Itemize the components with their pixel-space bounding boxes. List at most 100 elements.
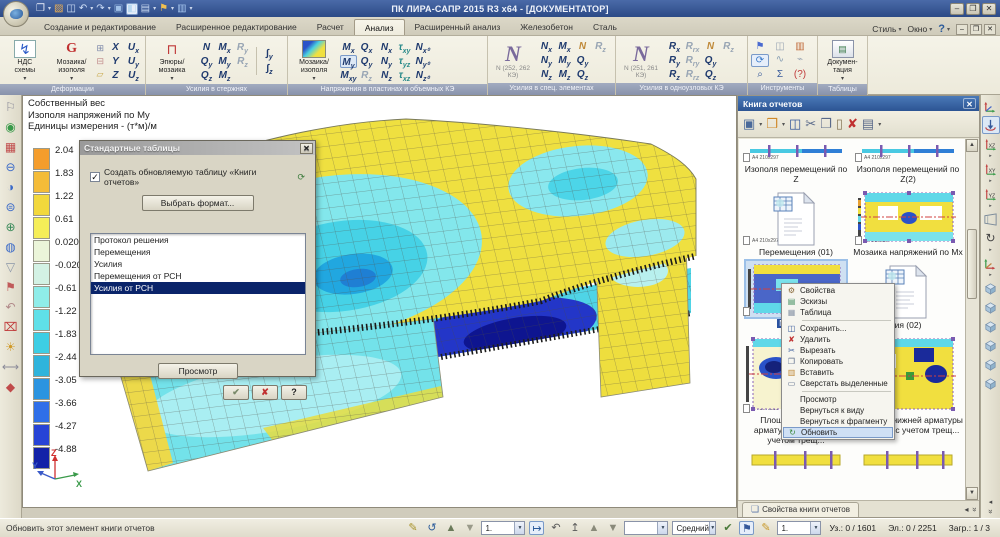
model-canvas[interactable]: Собственный вес Изополя напряжений по My… <box>22 95 737 508</box>
scroll-up-button[interactable]: ▲ <box>966 139 978 152</box>
ribbon-letter-Rrz[interactable]: Rrz <box>684 68 701 81</box>
print-book-icon[interactable]: ▤ <box>862 116 874 132</box>
ribbon-letter-Nx⁰[interactable]: Nx⁰ <box>414 41 431 54</box>
perspective-icon[interactable] <box>982 210 1000 228</box>
minimize-doc-button[interactable]: – <box>956 24 968 35</box>
ribbon-letter-Rz[interactable]: Rz <box>234 55 251 68</box>
documentation-button[interactable]: ▤Докумен- тация▾ <box>821 38 864 84</box>
ribbon-letter-N[interactable]: N <box>198 41 215 54</box>
ribbon-letter-Mx[interactable]: Mx <box>340 41 357 54</box>
rotate-sphere-icon[interactable]: ⊕ <box>2 219 20 236</box>
undo-view-icon[interactable]: ↶ <box>548 521 563 535</box>
pan-target-icon[interactable]: ◉ <box>2 119 20 136</box>
context-menu-item[interactable]: ▥Вставить <box>783 367 893 378</box>
menu-?[interactable]: ?▾ <box>938 23 950 35</box>
thumbnail-3[interactable]: A4 210x297Перемещения (01) <box>740 186 852 259</box>
thumbnail-10[interactable] <box>852 447 964 473</box>
cube-left-icon[interactable] <box>982 336 1000 354</box>
ribbon-letter-Nz[interactable]: Nz <box>538 68 555 81</box>
view-direction-icon[interactable] <box>982 116 1000 134</box>
menu-Стиль[interactable]: Стиль▾ <box>872 23 901 35</box>
ribbon-letter-Qz[interactable]: Qz <box>702 68 719 81</box>
view-combo-arrow[interactable]: ▼ <box>810 522 820 534</box>
ribbon-letter-Mz[interactable]: Mz <box>556 68 573 81</box>
choose-format-button[interactable]: Выбрать формат... <box>142 195 254 211</box>
context-menu-item[interactable]: ↻Обновить <box>783 427 893 438</box>
grid-fence-icon[interactable]: ▦ <box>2 139 20 156</box>
ribbon-letter-Qz[interactable]: Qz <box>198 69 215 82</box>
xz-view-icon[interactable]: XZ <box>982 135 1000 153</box>
ribbon-letter-My[interactable]: My <box>340 55 357 68</box>
ribbon-letter-Rrx[interactable]: Rrx <box>684 40 701 53</box>
cursor-mode-icon[interactable]: ↦ <box>529 521 544 535</box>
ribbon-letter-Qy[interactable]: Qy <box>198 55 215 68</box>
thumbnail-1[interactable]: A4 210x297Изополя перемещений по Z <box>740 141 852 186</box>
empty-combo[interactable]: ▼ <box>624 521 668 535</box>
rotate-view-icon[interactable]: ↻ <box>982 229 1000 247</box>
ribbon-letter-Nx[interactable]: Nx <box>378 41 395 54</box>
context-menu-item[interactable]: ▭Сверстать выделенные <box>783 378 893 389</box>
ribbon-letter-Rry[interactable]: Rry <box>684 54 701 67</box>
ribbon-letter-Y[interactable]: Y <box>107 55 124 68</box>
ribbon-letter-τxz[interactable]: τxz <box>396 69 413 82</box>
table-list-item[interactable]: Протокол решения <box>91 234 305 246</box>
mesh-sphere-icon[interactable]: ◍ <box>2 239 20 256</box>
tab-4[interactable]: Анализ <box>354 19 405 35</box>
restore-button[interactable]: ❐ <box>966 3 980 15</box>
pack-tool-icon[interactable]: ◫ <box>771 41 789 52</box>
flag-mode-icon[interactable]: ⚐ <box>2 99 20 116</box>
ribbon-letter-Ux[interactable]: Ux <box>125 41 142 54</box>
loadcase-combo[interactable]: 1.▼ <box>481 521 525 535</box>
nds-scheme-button[interactable]: ↯НДС схемы▾ <box>3 38 47 84</box>
zoom-cancel-icon[interactable]: ⌧ <box>2 319 20 336</box>
close-doc-button[interactable]: ✕ <box>984 24 996 35</box>
context-menu-item[interactable]: ✂Вырезать <box>783 345 893 356</box>
ribbon-letter-Qy[interactable]: Qy <box>702 54 719 67</box>
measure-icon[interactable]: ⟷ <box>2 359 20 376</box>
cut-icon[interactable]: ✂ <box>805 116 816 132</box>
half-section-icon[interactable]: ◑ <box>2 179 20 196</box>
tab-1[interactable]: Создание и редактирование <box>34 19 166 35</box>
ribbon-letter-Qz[interactable]: Qz <box>574 68 591 81</box>
context-menu-item[interactable]: Просмотр <box>783 394 893 405</box>
rotate-view-icon-drop[interactable]: ▸ <box>989 248 992 253</box>
slab-icon[interactable]: ▱ <box>96 69 104 80</box>
book-properties-tab[interactable]: ❏ Свойства книги отчетов <box>742 502 859 517</box>
ribbon-letter-Rz[interactable]: Rz <box>666 68 683 81</box>
ribbon-letter-Ny⁰[interactable]: Ny⁰ <box>414 55 431 68</box>
restore-doc-button[interactable]: ❐ <box>970 24 982 35</box>
tables-listbox[interactable]: Протокол решенияПеремещенияУсилияПеремещ… <box>90 233 306 355</box>
ribbon-letter-Rx[interactable]: Rx <box>666 40 683 53</box>
ok-button[interactable]: ✔ <box>223 385 249 400</box>
ribbon-letter-Qx[interactable]: Qx <box>358 41 375 54</box>
tab-6[interactable]: Железобетон <box>510 19 583 35</box>
lower-icon[interactable]: ▼ <box>605 521 620 535</box>
ribbon-letter-τyz[interactable]: τyz <box>396 55 413 68</box>
plate-mosaic-button[interactable]: Мозаика/ изополя▾ <box>291 38 337 84</box>
z-up-icon[interactable]: ↥ <box>567 521 582 535</box>
table-list-item[interactable]: Усилия от РСН <box>91 282 305 294</box>
ribbon-letter-Z[interactable]: Z <box>107 69 124 82</box>
tab-7[interactable]: Сталь <box>583 19 627 35</box>
ribbon-letter-Rz[interactable]: Rz <box>358 69 375 82</box>
flag-tool-icon[interactable]: ⚑ <box>751 41 769 52</box>
xz-view-icon-drop[interactable]: ▸ <box>989 154 992 159</box>
xy-view-icon[interactable]: XY <box>982 160 1000 178</box>
tab-3[interactable]: Расчет <box>307 19 354 35</box>
tab-5[interactable]: Расширенный анализ <box>405 19 511 35</box>
help-button[interactable]: ? <box>281 385 307 400</box>
tab-2[interactable]: Расширенное редактирование <box>166 19 307 35</box>
scroll-down-button[interactable]: ▼ <box>966 487 978 500</box>
ribbon-letter-My[interactable]: My <box>216 55 233 68</box>
thumbnail-2[interactable]: A4 210x297Изополя перемещений по Z(2) <box>852 141 964 186</box>
table-list-item[interactable]: Усилия <box>91 258 305 270</box>
menu-Окно[interactable]: Окно▾ <box>907 23 932 35</box>
app-logo-icon[interactable] <box>3 1 29 27</box>
context-menu-item[interactable]: ✘Удалить <box>783 334 893 345</box>
ribbon-letter-Qy[interactable]: Qy <box>358 55 375 68</box>
layers-icon[interactable]: ⊜ <box>2 199 20 216</box>
ribbon-letter-N[interactable]: N <box>702 40 719 53</box>
panel-title-bar[interactable]: Книга отчетов ✕ <box>738 96 979 111</box>
delete-icon[interactable]: ✘ <box>847 116 858 132</box>
thumbnail-4[interactable]: A4 210x297Мозаика напряжений по Mx <box>852 186 964 259</box>
